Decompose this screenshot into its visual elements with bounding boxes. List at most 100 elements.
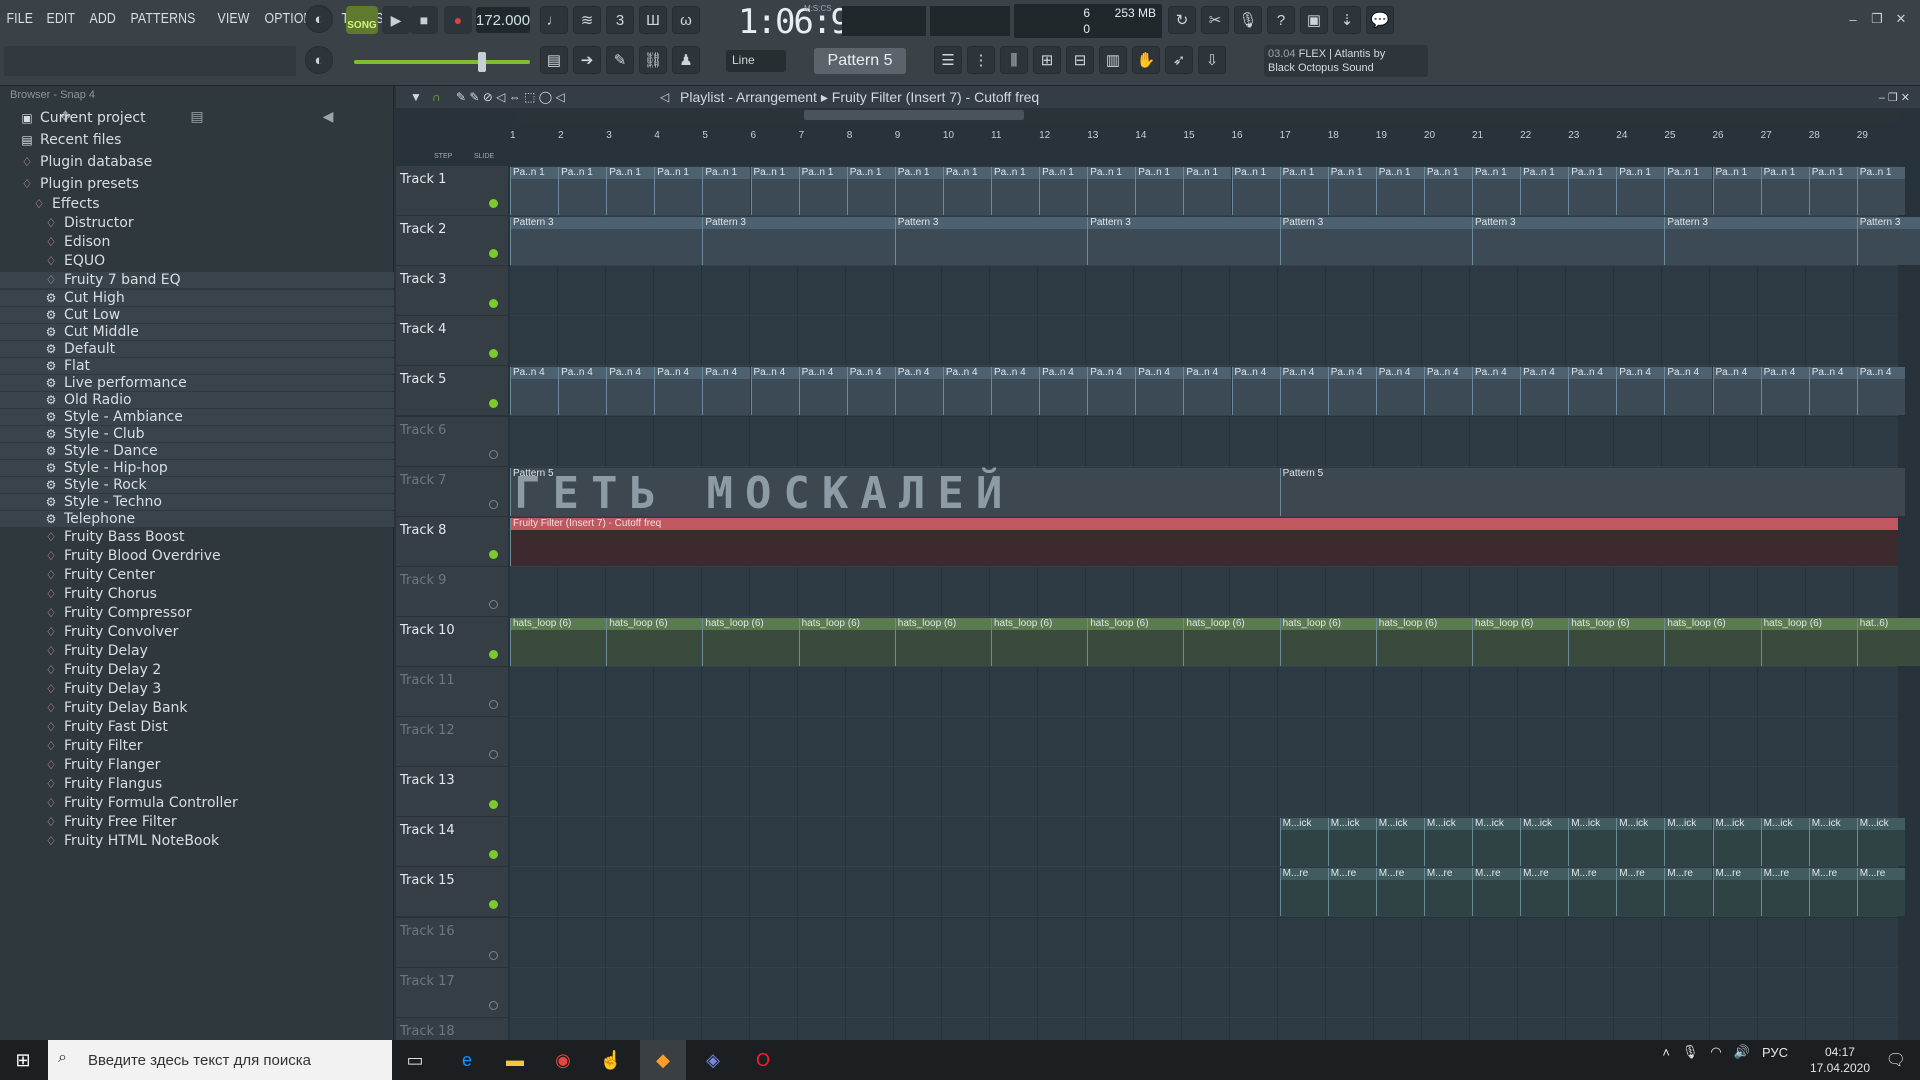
- track-header[interactable]: Track 14: [396, 817, 508, 868]
- play-button[interactable]: ▶: [382, 6, 410, 34]
- pattern-clip[interactable]: hats_loop (6): [1375, 617, 1472, 666]
- pattern-clip[interactable]: Pa..n 4: [942, 367, 991, 416]
- pattern-clip[interactable]: M...re: [1279, 868, 1328, 917]
- pattern-clip[interactable]: Pa..n 1: [1087, 167, 1136, 215]
- browser-item[interactable]: ♢ Fruity Delay Bank: [0, 700, 394, 716]
- pattern-clip[interactable]: Pa..n 1: [606, 167, 655, 215]
- browser-item[interactable]: ⚙ Live performance: [0, 375, 394, 391]
- track-mute-led[interactable]: [489, 299, 498, 309]
- browser-item[interactable]: ♢ Edison: [0, 234, 394, 250]
- microphone-icon[interactable]: 🎙: [1234, 6, 1262, 34]
- browser-item[interactable]: ♢ Distructor: [0, 215, 394, 231]
- pattern-clip[interactable]: Pattern 5: [1279, 467, 1905, 516]
- pattern-clip[interactable]: Pa..n 1: [1472, 167, 1521, 215]
- mixer-icon[interactable]: ⫼: [1000, 46, 1028, 74]
- task-view-icon[interactable]: ▭: [392, 1040, 438, 1080]
- pattern-selector[interactable]: Pattern 5: [814, 48, 906, 74]
- tray-chevron-icon[interactable]: ˄: [1662, 1045, 1670, 1060]
- opera-icon[interactable]: O: [740, 1040, 786, 1080]
- pattern-clip[interactable]: Pa..n 1: [1039, 167, 1088, 215]
- track-header[interactable]: Track 4: [396, 316, 508, 367]
- pattern-clip[interactable]: hat..6): [1856, 617, 1920, 666]
- network-icon[interactable]: ◠: [1710, 1044, 1721, 1060]
- browser-item[interactable]: ⚙ Default: [0, 341, 394, 357]
- track-header[interactable]: Track 2: [396, 216, 508, 267]
- browser-item[interactable]: ♢ Effects: [0, 196, 394, 212]
- track-lane[interactable]: [510, 667, 1898, 717]
- pattern-clip[interactable]: Pa..n 4: [1664, 367, 1713, 416]
- pattern-clip[interactable]: hats_loop (6): [510, 617, 607, 666]
- discord-icon[interactable]: ◈: [690, 1040, 736, 1080]
- browser-item[interactable]: ♢ Fruity HTML NoteBook: [0, 833, 394, 849]
- browser-item[interactable]: ⚙ Style - Dance: [0, 443, 394, 459]
- browser-item[interactable]: ♢ Fruity Delay 3: [0, 681, 394, 697]
- close-icon[interactable]: ✕: [1892, 10, 1910, 28]
- pattern-clip[interactable]: M...re: [1712, 868, 1761, 917]
- pattern-clip[interactable]: M...re: [1664, 868, 1713, 917]
- pattern-clip[interactable]: Pa..n 4: [654, 367, 703, 416]
- pattern-clip[interactable]: Pa..n 1: [1327, 167, 1376, 215]
- pattern-clip[interactable]: Pa..n 1: [1856, 167, 1905, 215]
- pattern-clip[interactable]: Pa..n 4: [1760, 367, 1809, 416]
- browser-item[interactable]: ♢ Fruity Blood Overdrive: [0, 548, 394, 564]
- pattern-clip[interactable]: Pa..n 4: [1327, 367, 1376, 416]
- menu-item-edit[interactable]: EDIT: [44, 8, 78, 32]
- track-mute-led[interactable]: [489, 249, 498, 259]
- menu-item-patterns[interactable]: PATTERNS: [128, 8, 198, 32]
- loop-record-icon[interactable]: ω: [672, 6, 700, 34]
- pattern-clip[interactable]: Pa..n 1: [846, 167, 895, 215]
- pattern-clip[interactable]: Pa..n 4: [1135, 367, 1184, 416]
- pattern-clip[interactable]: Pa..n 1: [1712, 167, 1761, 215]
- track-lane[interactable]: hats_loop (6) hats_loop (6) hats_loop (6) h…: [510, 616, 1920, 667]
- track-header[interactable]: Track 15: [396, 867, 508, 918]
- browser-item[interactable]: ⚙ Old Radio: [0, 392, 394, 408]
- pattern-clip[interactable]: Pa..n 1: [1183, 167, 1232, 215]
- browser-item[interactable]: ♢ Fruity Convolver: [0, 624, 394, 640]
- project-icon[interactable]: ⊟: [1066, 46, 1094, 74]
- pattern-clip[interactable]: M...re: [1375, 868, 1424, 917]
- pattern-clip[interactable]: hats_loop (6): [1664, 617, 1761, 666]
- taskbar-clock[interactable]: 04:17 17.04.2020: [1810, 1044, 1870, 1076]
- explorer-icon[interactable]: ▬: [492, 1040, 538, 1080]
- pattern-clip[interactable]: Pa..n 4: [991, 367, 1040, 416]
- pattern-clip[interactable]: hats_loop (6): [1568, 617, 1665, 666]
- track-mute-led[interactable]: [489, 900, 498, 910]
- browser-item[interactable]: ♢ Fruity Delay: [0, 643, 394, 659]
- menu-item-view[interactable]: VIEW: [215, 8, 252, 32]
- news-panel[interactable]: 03.04 FLEX | Atlantis by Black Octopus S…: [1264, 45, 1428, 77]
- chrome-icon[interactable]: ◉: [540, 1040, 586, 1080]
- pattern-clip[interactable]: M...re: [1808, 868, 1857, 917]
- bar-ruler[interactable]: 1 2 3 4 5 6 7 8 9 10 11 12 13 14 15 16 17 18 19 20 21 22 23 24 2…: [506, 126, 1906, 146]
- pattern-clip[interactable]: Pa..n 4: [1423, 367, 1472, 416]
- track-mute-led[interactable]: [489, 950, 498, 960]
- browser-item[interactable]: ⚙ Style - Techno: [0, 494, 394, 510]
- pattern-clip[interactable]: M...re: [1616, 868, 1665, 917]
- track-header[interactable]: Track 10: [396, 616, 508, 667]
- playlist-scrollbar[interactable]: [514, 108, 1898, 122]
- pattern-clip[interactable]: Pa..n 4: [702, 367, 751, 416]
- master-volume-slider[interactable]: [354, 60, 530, 64]
- track-mute-led[interactable]: [489, 549, 498, 559]
- touch-icon[interactable]: ✋: [1132, 46, 1160, 74]
- bird-icon[interactable]: ➶: [1165, 46, 1193, 74]
- track-mute-led[interactable]: [489, 649, 498, 659]
- browser-item[interactable]: ♢ Fruity Filter: [0, 738, 394, 754]
- playlist-window-controls[interactable]: – ❐ ✕: [1879, 91, 1910, 104]
- count-in-icon[interactable]: 3: [606, 6, 634, 34]
- pattern-clip[interactable]: hats_loop (6): [1760, 617, 1857, 666]
- cut-icon[interactable]: ✂: [1201, 6, 1229, 34]
- pattern-clip[interactable]: Pa..n 1: [798, 167, 847, 215]
- fl-studio-taskbar-icon[interactable]: ◆: [640, 1040, 686, 1080]
- pattern-clip[interactable]: Pa..n 4: [1616, 367, 1665, 416]
- tools-icons[interactable]: ✎ ✎ ⊘ ◁ ⇔ ⬚ ◯ ◁: [456, 90, 565, 104]
- pattern-clip[interactable]: hats_loop (6): [894, 617, 991, 666]
- browser-item[interactable]: ♢ Fruity Formula Controller: [0, 795, 394, 811]
- song-mode-button[interactable]: SONG: [346, 6, 378, 34]
- track-mute-led[interactable]: [489, 1000, 498, 1010]
- pattern-clip[interactable]: Pa..n 4: [606, 367, 655, 416]
- browser-item[interactable]: ♢ Fruity Delay 2: [0, 662, 394, 678]
- pattern-clip[interactable]: Pa..n 1: [510, 167, 559, 215]
- pattern-clip[interactable]: M...re: [1472, 868, 1521, 917]
- browser-item[interactable]: ♢ Plugin database: [0, 154, 394, 170]
- help-icon[interactable]: ?: [1267, 6, 1295, 34]
